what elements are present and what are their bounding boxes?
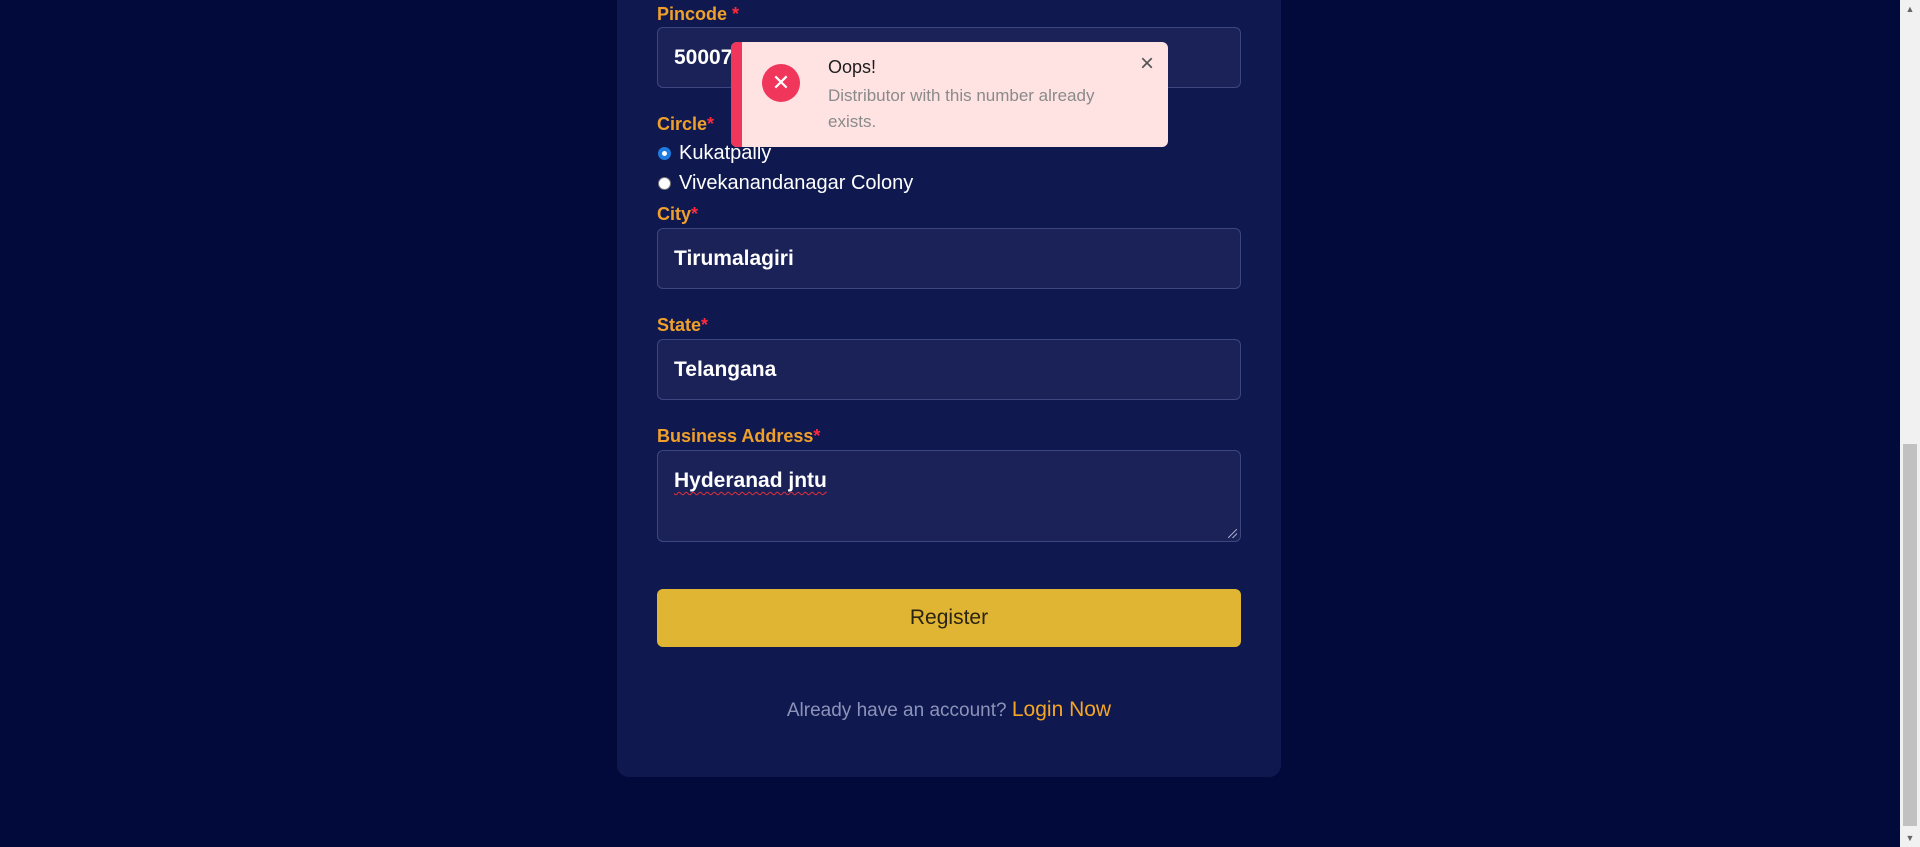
state-input[interactable]: Telangana — [657, 339, 1241, 400]
required-mark: * — [707, 114, 715, 134]
error-x-icon: ✕ — [762, 64, 800, 102]
business-address-value: Hyderanad jntu — [674, 469, 827, 492]
resize-handle-icon[interactable] — [1228, 529, 1237, 538]
page-scrollbar[interactable]: ▲ ▼ — [1900, 0, 1920, 847]
state-label-text: State — [657, 315, 702, 335]
city-value: Tirumalagiri — [674, 246, 794, 270]
circle-option-vivekanandanagar[interactable]: Vivekanandanagar Colony — [658, 172, 913, 195]
scroll-up-arrow-icon[interactable]: ▲ — [1900, 0, 1920, 18]
required-mark: * — [701, 315, 709, 335]
toast-message: Distributor with this number already exi… — [828, 86, 1095, 131]
pincode-label: Pincode * — [657, 4, 739, 25]
pincode-value: 50007 — [674, 45, 733, 69]
radio-button-checked[interactable] — [658, 147, 671, 160]
city-label: City* — [657, 204, 698, 225]
state-value: Telangana — [674, 357, 777, 381]
login-prompt: Already have an account? Login Now — [617, 698, 1281, 722]
city-label-text: City — [657, 204, 692, 224]
close-icon[interactable]: × — [1140, 50, 1154, 78]
business-address-label-text: Business Address — [657, 426, 814, 446]
circle-label-text: Circle — [657, 114, 708, 134]
business-address-textarea[interactable]: Hyderanad jntu — [657, 450, 1241, 542]
error-toast: ✕ Oops! Distributor with this number alr… — [731, 42, 1168, 147]
toast-accent-bar — [731, 42, 742, 147]
radio-button[interactable] — [658, 177, 671, 190]
required-mark: * — [732, 4, 740, 24]
login-now-link[interactable]: Login Now — [1012, 698, 1111, 721]
state-label: State* — [657, 315, 708, 336]
business-address-label: Business Address* — [657, 426, 820, 447]
toast-title: Oops! — [828, 57, 877, 77]
required-mark: * — [691, 204, 699, 224]
city-input[interactable]: Tirumalagiri — [657, 228, 1241, 289]
circle-option-label: Vivekanandanagar Colony — [679, 172, 914, 194]
circle-label: Circle* — [657, 114, 714, 135]
register-button[interactable]: Register — [657, 589, 1241, 647]
scroll-down-arrow-icon[interactable]: ▼ — [1900, 829, 1920, 847]
login-prompt-text: Already have an account? — [786, 700, 1007, 721]
required-mark: * — [813, 426, 821, 446]
scrollbar-thumb[interactable] — [1903, 444, 1917, 826]
pincode-label-text: Pincode — [657, 4, 728, 24]
